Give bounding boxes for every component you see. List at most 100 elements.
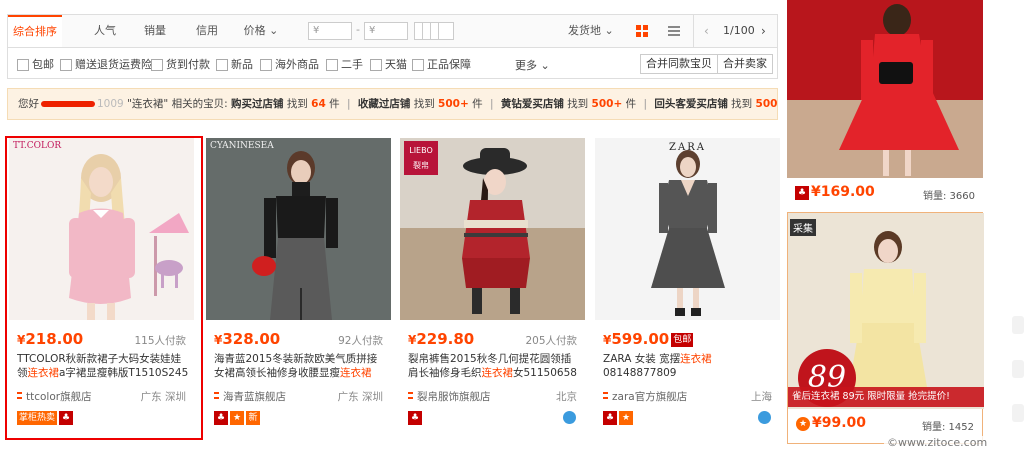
wangwang-chat-icon[interactable] — [563, 411, 576, 424]
title-keyword: 连衣裙 — [481, 367, 514, 379]
chat-icon[interactable] — [1012, 360, 1024, 378]
side-ad-image[interactable]: 采集 89 雀后连衣裙 89元 限时限量 抢完提价! — [788, 213, 984, 409]
filter-cash-on-delivery[interactable]: 货到付款 — [151, 58, 210, 72]
grid-view-icon[interactable] — [636, 25, 648, 37]
product-title[interactable]: ZARA 女装 宽摆连衣裙 08148877809 — [603, 352, 775, 380]
side-ad-card[interactable]: 采集 89 雀后连衣裙 89元 限时限量 抢完提价! ★ ¥99.00 销量: 1… — [787, 212, 984, 444]
product-card[interactable]: LIEBO 裂帛 ¥229.80 205人付款 裂帛裤售2015秋冬几何提花圆领… — [400, 138, 585, 438]
tmall-icon[interactable]: ♣ — [214, 411, 228, 425]
notice-separator: | — [346, 98, 351, 110]
redacted-username — [41, 101, 95, 107]
tmall-icon[interactable]: ♣ — [408, 411, 422, 425]
tab-credit[interactable]: 信用 — [180, 15, 234, 47]
merge-same-button[interactable]: 合并同款宝贝 — [640, 54, 718, 74]
wangwang-chat-icon[interactable] — [758, 411, 771, 424]
promo-banner[interactable]: 雀后连衣裙 89元 限时限量 抢完提价! — [788, 387, 984, 407]
shop-link[interactable]: 海青蓝旗舰店 — [214, 389, 286, 404]
list-view-icon[interactable] — [668, 25, 680, 37]
filter-genuine[interactable]: 正品保障 — [412, 58, 471, 72]
product-title[interactable]: 裂帛裤售2015秋冬几何提花圆领插肩长袖修身毛织连衣裙女51150658 — [408, 352, 580, 380]
side-ad-image[interactable] — [787, 0, 983, 178]
guarantee-icon[interactable]: ★ — [619, 411, 633, 425]
service-icons: ♣ ★ 新 — [214, 411, 262, 425]
merge-seller-button[interactable]: 合并卖家 — [717, 54, 773, 74]
feedback-icon[interactable] — [1012, 316, 1024, 334]
filter-return-insurance[interactable]: 赠送退货运费险 — [60, 58, 152, 72]
shop-link[interactable]: ttcolor旗舰店 — [17, 389, 92, 404]
notice-p3-label[interactable]: 黄钻爱买店铺 — [501, 98, 564, 110]
filter-bar: 包邮 赠送退货运费险 货到付款 新品 海外商品 二手 天猫 正品保障 更多 ⌄ … — [7, 47, 778, 79]
more-filters[interactable]: 更多 ⌄ — [515, 57, 550, 73]
notice-p1-label[interactable]: 购买过店铺 — [231, 98, 284, 110]
tab-price-label: 价格 — [243, 24, 266, 37]
notice-p2-unit: 件 — [472, 98, 483, 110]
price-from-input[interactable]: ¥ — [308, 22, 352, 40]
notice-p1-pre: 找到 — [286, 98, 308, 110]
side-ad-sold: 销量: 3660 — [923, 191, 975, 202]
notice-separator: | — [643, 98, 647, 110]
sort-bar: 综合排序 人气 销量 信用 价格 ⌄ ¥ - ¥ 发货地 ⌄ ‹ 1/100 › — [7, 14, 778, 48]
chevron-down-icon: ⌄ — [604, 24, 614, 37]
service-icons: ♣ ★ — [603, 411, 773, 425]
location: 广东 深圳 — [140, 391, 186, 403]
tab-default-sort[interactable]: 综合排序 — [8, 15, 62, 48]
notice-p2-label[interactable]: 收藏过店铺 — [358, 98, 411, 110]
title-text: ZARA 女装 宽摆 — [603, 353, 681, 365]
ship-from-dropdown[interactable]: 发货地 ⌄ — [568, 15, 614, 47]
price-range-slider[interactable] — [414, 22, 454, 40]
chevron-right-icon[interactable]: › — [761, 24, 766, 38]
tmall-icon[interactable]: ♣ — [59, 411, 74, 425]
filter-second-hand[interactable]: 二手 — [326, 58, 363, 72]
hot-seller-badge[interactable]: 掌柜热卖 — [17, 411, 58, 425]
product-price: ¥328.00 — [214, 330, 280, 348]
product-image[interactable]: LIEBO 裂帛 — [400, 138, 585, 320]
chevron-down-icon: ⌄ — [540, 59, 550, 72]
product-card[interactable]: TT.COLOR ¥218.00 115人付款 TTCOLOR秋新款裙子大码女装… — [9, 138, 194, 438]
price-value: 599.00 — [611, 330, 670, 348]
search-icon[interactable] — [1012, 404, 1024, 422]
product-card[interactable]: ZARA ¥599.00 包邮 ZARA 女装 宽摆连衣裙 08148877809… — [595, 138, 780, 438]
guarantee-icon[interactable]: ★ — [230, 411, 244, 425]
sold-count: 205人付款 — [525, 335, 577, 347]
new-badge[interactable]: 新 — [246, 411, 260, 425]
shop-link[interactable]: 裂帛服饰旗舰店 — [408, 389, 491, 404]
currency-symbol: ¥ — [812, 415, 822, 431]
product-price: ¥229.80 — [408, 330, 474, 348]
side-ad-card[interactable]: ♣ ¥169.00 销量: 3660 — [787, 0, 983, 204]
collect-tag[interactable]: 采集 — [790, 219, 816, 236]
title-text: 女51150658 — [513, 367, 577, 379]
price-value: 218.00 — [25, 330, 84, 348]
price-to-input[interactable]: ¥ — [364, 22, 408, 40]
price-value: 229.80 — [416, 330, 475, 348]
product-image[interactable]: CYANINESEA — [206, 138, 391, 320]
product-image[interactable]: ZARA — [595, 138, 780, 320]
watermark: ©www.zitoce.com — [884, 436, 991, 449]
title-keyword: 连衣裙 — [27, 367, 60, 379]
tab-price[interactable]: 价格 ⌄ — [238, 15, 284, 47]
title-text: a字裙显瘦韩版T1510S245 — [59, 367, 189, 379]
shop-link[interactable]: zara官方旗舰店 — [603, 389, 687, 404]
side-ad-sold: 销量: 1452 — [922, 422, 974, 433]
service-icons: ♣ — [408, 411, 578, 425]
tmall-icon[interactable]: ♣ — [603, 411, 617, 425]
notice-p2-num: 500+ — [438, 98, 469, 110]
product-image[interactable]: TT.COLOR — [9, 138, 194, 320]
tab-sales[interactable]: 销量 — [128, 15, 182, 47]
ship-from-label: 发货地 — [568, 24, 601, 37]
tab-popularity[interactable]: 人气 — [78, 15, 132, 47]
notice-p2-pre: 找到 — [413, 98, 435, 110]
chevron-down-icon: ⌄ — [269, 24, 279, 37]
chevron-left-icon[interactable]: ‹ — [704, 24, 709, 38]
filter-overseas[interactable]: 海外商品 — [260, 58, 319, 72]
product-card[interactable]: CYANINESEA ¥328.00 92人付款 海青蓝2015冬装新款欧美气质… — [206, 138, 391, 438]
more-label: 更多 — [515, 59, 537, 72]
notice-p4-label[interactable]: 回头客爱买店铺 — [654, 98, 728, 110]
filter-free-shipping[interactable]: 包邮 — [17, 58, 54, 72]
notice-name-suffix: 1009 — [97, 98, 124, 110]
product-brand-logo: ZARA — [669, 142, 706, 153]
product-title[interactable]: 海青蓝2015冬装新款欧美气质拼接女裙高领长袖修身收腰显瘦连衣裙 — [214, 352, 386, 380]
filter-tmall[interactable]: 天猫 — [370, 58, 407, 72]
notice-p1-num: 64 — [311, 98, 326, 110]
product-title[interactable]: TTCOLOR秋新款裙子大码女装娃娃领连衣裙a字裙显瘦韩版T1510S245 — [17, 352, 189, 380]
filter-new[interactable]: 新品 — [216, 58, 253, 72]
